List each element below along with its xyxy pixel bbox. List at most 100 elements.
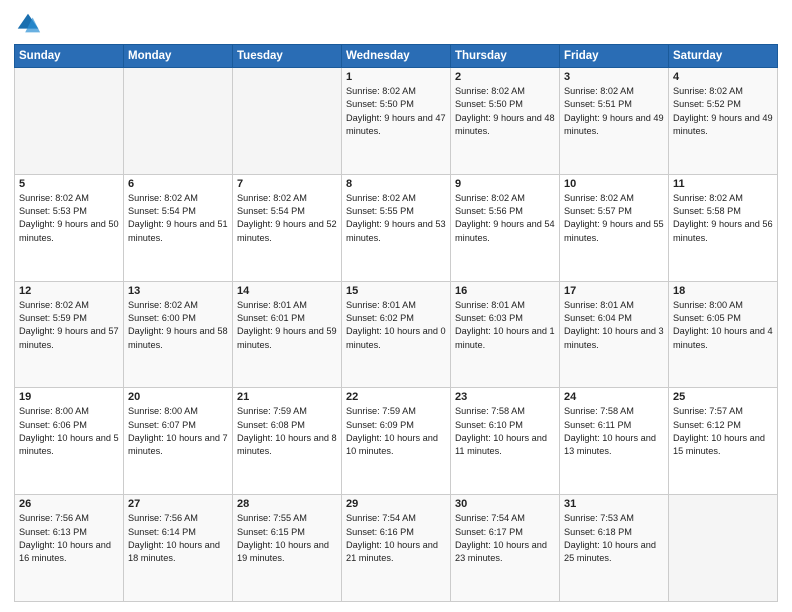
day-info: Sunrise: 8:02 AM Sunset: 5:50 PM Dayligh… [455, 85, 555, 138]
day-info: Sunrise: 7:59 AM Sunset: 6:09 PM Dayligh… [346, 405, 446, 458]
day-info: Sunrise: 7:56 AM Sunset: 6:14 PM Dayligh… [128, 512, 228, 565]
day-number: 12 [19, 285, 119, 297]
day-number: 8 [346, 178, 446, 190]
calendar-week-row: 12 Sunrise: 8:02 AM Sunset: 5:59 PM Dayl… [15, 281, 778, 388]
day-number: 16 [455, 285, 555, 297]
sunrise-text: Sunrise: 8:02 AM [346, 86, 416, 96]
calendar-cell [669, 495, 778, 602]
daylight-text: Daylight: 9 hours and 55 minutes. [564, 219, 664, 242]
sunrise-text: Sunrise: 7:53 AM [564, 513, 634, 523]
daylight-text: Daylight: 10 hours and 8 minutes. [237, 433, 337, 456]
sunset-text: Sunset: 5:50 PM [346, 99, 414, 109]
calendar-cell: 27 Sunrise: 7:56 AM Sunset: 6:14 PM Dayl… [124, 495, 233, 602]
sunrise-text: Sunrise: 8:02 AM [128, 300, 198, 310]
daylight-text: Daylight: 10 hours and 23 minutes. [455, 540, 547, 563]
day-info: Sunrise: 8:00 AM Sunset: 6:07 PM Dayligh… [128, 405, 228, 458]
calendar-cell: 23 Sunrise: 7:58 AM Sunset: 6:10 PM Dayl… [451, 388, 560, 495]
day-number: 2 [455, 71, 555, 83]
day-number: 31 [564, 498, 664, 510]
sunset-text: Sunset: 6:01 PM [237, 313, 305, 323]
daylight-text: Daylight: 9 hours and 54 minutes. [455, 219, 555, 242]
day-info: Sunrise: 8:02 AM Sunset: 5:53 PM Dayligh… [19, 192, 119, 245]
day-info: Sunrise: 8:00 AM Sunset: 6:06 PM Dayligh… [19, 405, 119, 458]
daylight-text: Daylight: 10 hours and 13 minutes. [564, 433, 656, 456]
sunset-text: Sunset: 6:08 PM [237, 420, 305, 430]
weekday-header: Wednesday [342, 45, 451, 68]
daylight-text: Daylight: 10 hours and 19 minutes. [237, 540, 329, 563]
calendar-table: SundayMondayTuesdayWednesdayThursdayFrid… [14, 44, 778, 602]
daylight-text: Daylight: 10 hours and 21 minutes. [346, 540, 438, 563]
day-info: Sunrise: 8:02 AM Sunset: 6:00 PM Dayligh… [128, 299, 228, 352]
daylight-text: Daylight: 9 hours and 53 minutes. [346, 219, 446, 242]
daylight-text: Daylight: 9 hours and 59 minutes. [237, 326, 337, 349]
calendar-cell: 11 Sunrise: 8:02 AM Sunset: 5:58 PM Dayl… [669, 174, 778, 281]
calendar-cell: 17 Sunrise: 8:01 AM Sunset: 6:04 PM Dayl… [560, 281, 669, 388]
day-info: Sunrise: 8:01 AM Sunset: 6:02 PM Dayligh… [346, 299, 446, 352]
calendar-cell: 24 Sunrise: 7:58 AM Sunset: 6:11 PM Dayl… [560, 388, 669, 495]
day-info: Sunrise: 8:00 AM Sunset: 6:05 PM Dayligh… [673, 299, 773, 352]
day-number: 23 [455, 391, 555, 403]
logo-icon [14, 10, 42, 38]
sunset-text: Sunset: 5:50 PM [455, 99, 523, 109]
sunset-text: Sunset: 6:14 PM [128, 527, 196, 537]
calendar-cell: 9 Sunrise: 8:02 AM Sunset: 5:56 PM Dayli… [451, 174, 560, 281]
calendar-cell: 5 Sunrise: 8:02 AM Sunset: 5:53 PM Dayli… [15, 174, 124, 281]
day-number: 29 [346, 498, 446, 510]
calendar-cell: 29 Sunrise: 7:54 AM Sunset: 6:16 PM Dayl… [342, 495, 451, 602]
day-info: Sunrise: 8:02 AM Sunset: 5:59 PM Dayligh… [19, 299, 119, 352]
daylight-text: Daylight: 10 hours and 3 minutes. [564, 326, 664, 349]
daylight-text: Daylight: 10 hours and 11 minutes. [455, 433, 547, 456]
calendar-cell: 1 Sunrise: 8:02 AM Sunset: 5:50 PM Dayli… [342, 68, 451, 175]
day-info: Sunrise: 8:01 AM Sunset: 6:01 PM Dayligh… [237, 299, 337, 352]
daylight-text: Daylight: 9 hours and 57 minutes. [19, 326, 119, 349]
sunrise-text: Sunrise: 7:58 AM [564, 406, 634, 416]
day-number: 10 [564, 178, 664, 190]
daylight-text: Daylight: 9 hours and 49 minutes. [564, 113, 664, 136]
weekday-header: Monday [124, 45, 233, 68]
day-info: Sunrise: 8:02 AM Sunset: 5:55 PM Dayligh… [346, 192, 446, 245]
calendar-cell: 21 Sunrise: 7:59 AM Sunset: 6:08 PM Dayl… [233, 388, 342, 495]
sunset-text: Sunset: 6:17 PM [455, 527, 523, 537]
calendar-cell: 4 Sunrise: 8:02 AM Sunset: 5:52 PM Dayli… [669, 68, 778, 175]
calendar-week-row: 19 Sunrise: 8:00 AM Sunset: 6:06 PM Dayl… [15, 388, 778, 495]
day-number: 14 [237, 285, 337, 297]
calendar-cell: 14 Sunrise: 8:01 AM Sunset: 6:01 PM Dayl… [233, 281, 342, 388]
day-info: Sunrise: 8:02 AM Sunset: 5:56 PM Dayligh… [455, 192, 555, 245]
day-info: Sunrise: 8:02 AM Sunset: 5:51 PM Dayligh… [564, 85, 664, 138]
day-info: Sunrise: 8:02 AM Sunset: 5:52 PM Dayligh… [673, 85, 773, 138]
day-info: Sunrise: 7:58 AM Sunset: 6:10 PM Dayligh… [455, 405, 555, 458]
daylight-text: Daylight: 10 hours and 1 minute. [455, 326, 555, 349]
daylight-text: Daylight: 10 hours and 5 minutes. [19, 433, 119, 456]
sunrise-text: Sunrise: 7:56 AM [128, 513, 198, 523]
sunrise-text: Sunrise: 7:59 AM [237, 406, 307, 416]
sunset-text: Sunset: 6:05 PM [673, 313, 741, 323]
day-number: 7 [237, 178, 337, 190]
daylight-text: Daylight: 9 hours and 56 minutes. [673, 219, 773, 242]
daylight-text: Daylight: 9 hours and 47 minutes. [346, 113, 446, 136]
sunset-text: Sunset: 6:18 PM [564, 527, 632, 537]
sunset-text: Sunset: 6:09 PM [346, 420, 414, 430]
day-number: 6 [128, 178, 228, 190]
day-info: Sunrise: 8:02 AM Sunset: 5:54 PM Dayligh… [128, 192, 228, 245]
day-number: 22 [346, 391, 446, 403]
sunrise-text: Sunrise: 8:02 AM [455, 193, 525, 203]
sunrise-text: Sunrise: 7:57 AM [673, 406, 743, 416]
sunrise-text: Sunrise: 8:00 AM [128, 406, 198, 416]
day-info: Sunrise: 7:57 AM Sunset: 6:12 PM Dayligh… [673, 405, 773, 458]
sunrise-text: Sunrise: 7:54 AM [346, 513, 416, 523]
day-number: 1 [346, 71, 446, 83]
day-number: 24 [564, 391, 664, 403]
sunset-text: Sunset: 6:16 PM [346, 527, 414, 537]
day-number: 17 [564, 285, 664, 297]
calendar-cell: 2 Sunrise: 8:02 AM Sunset: 5:50 PM Dayli… [451, 68, 560, 175]
daylight-text: Daylight: 10 hours and 25 minutes. [564, 540, 656, 563]
calendar-cell: 30 Sunrise: 7:54 AM Sunset: 6:17 PM Dayl… [451, 495, 560, 602]
calendar-cell: 25 Sunrise: 7:57 AM Sunset: 6:12 PM Dayl… [669, 388, 778, 495]
calendar-cell: 15 Sunrise: 8:01 AM Sunset: 6:02 PM Dayl… [342, 281, 451, 388]
sunrise-text: Sunrise: 8:02 AM [564, 86, 634, 96]
calendar-week-row: 26 Sunrise: 7:56 AM Sunset: 6:13 PM Dayl… [15, 495, 778, 602]
calendar-cell: 19 Sunrise: 8:00 AM Sunset: 6:06 PM Dayl… [15, 388, 124, 495]
day-number: 25 [673, 391, 773, 403]
day-info: Sunrise: 7:54 AM Sunset: 6:16 PM Dayligh… [346, 512, 446, 565]
sunrise-text: Sunrise: 8:02 AM [564, 193, 634, 203]
